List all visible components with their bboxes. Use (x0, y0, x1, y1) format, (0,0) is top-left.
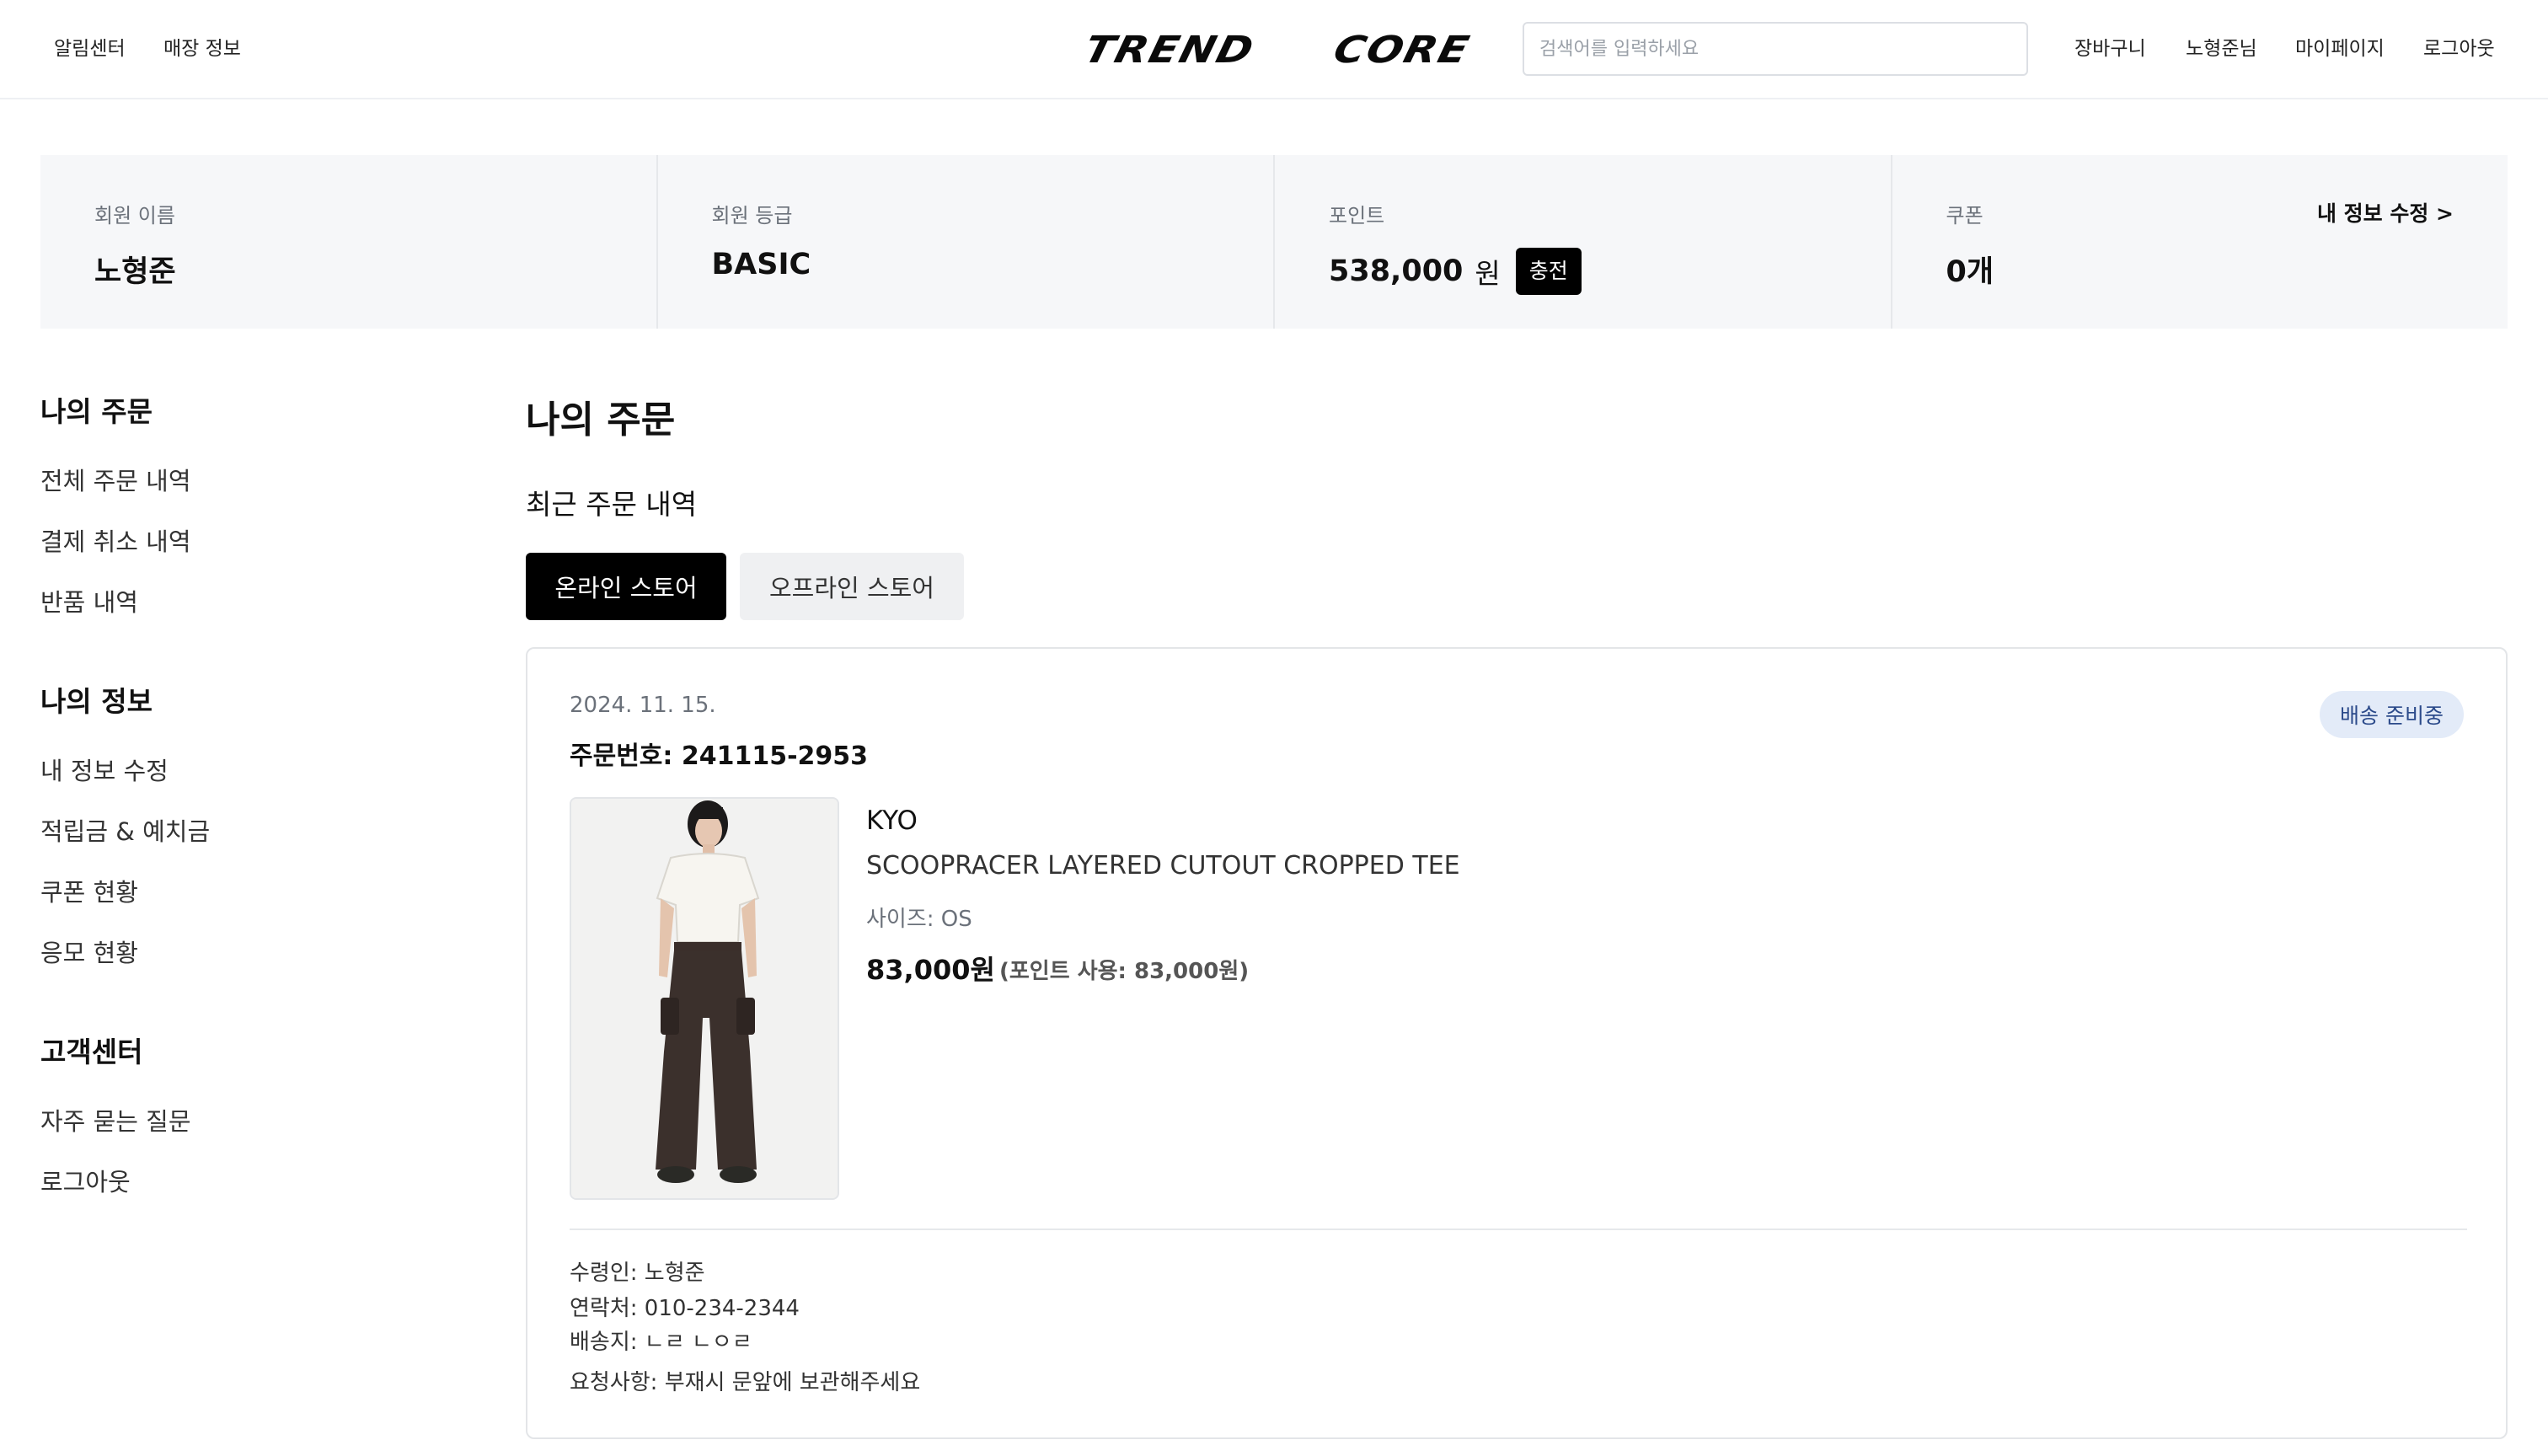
sidebar-item-all-orders[interactable]: 전체 주문 내역 (40, 462, 191, 497)
member-name-cell: 회원 이름 노형준 (40, 155, 658, 329)
delivery-request: 요청사항: 부재시 문앞에 보관해주세요 (570, 1370, 921, 1395)
member-name-text: 노형준 (94, 255, 176, 289)
points-amount: 538,000 (1329, 254, 1464, 288)
status-badge: 배송 준비중 (2320, 691, 2464, 738)
coupon-value: 0개 (1946, 248, 1994, 291)
member-grade-value: BASIC (712, 248, 811, 281)
notification-center-link[interactable]: 알림센터 (54, 35, 126, 62)
member-name-label: 회원 이름 (94, 204, 175, 228)
sidebar-item-coupons[interactable]: 쿠폰 현황 (40, 873, 138, 908)
product-size: 사이즈: OS (866, 907, 972, 932)
points-cell: 포인트 538,000 원 충전 (1275, 155, 1892, 329)
user-name-link[interactable]: 노형준님 (2186, 35, 2257, 62)
trend-core-logo[interactable]: TREND CORE (1080, 24, 1475, 76)
member-grade-cell: 회원 등급 BASIC (658, 155, 1275, 329)
model-photo-illustration (571, 799, 838, 1198)
recent-orders-heading: 최근 주문 내역 (526, 488, 698, 521)
sidebar-item-cancellations[interactable]: 결제 취소 내역 (40, 522, 191, 558)
sidebar-section-my-info: 나의 정보 (40, 685, 153, 718)
member-name-value: 노형준 (94, 248, 176, 291)
product-name[interactable]: SCOOPRACER LAYERED CUTOUT CROPPED TEE (866, 851, 1460, 881)
sidebar-item-logout[interactable]: 로그아웃 (40, 1163, 131, 1198)
points-value: 538,000 원 충전 (1329, 248, 1582, 295)
logout-link[interactable]: 로그아웃 (2423, 35, 2495, 62)
member-summary: 회원 이름 노형준 회원 등급 BASIC 포인트 538,000 원 충전 쿠… (40, 155, 2508, 329)
sidebar-item-rewards-deposits[interactable]: 적립금 & 예치금 (40, 812, 210, 848)
member-grade-label: 회원 등급 (711, 204, 793, 228)
coupon-cell: 쿠폰 0개 내 정보 수정 > (1892, 155, 2508, 329)
logo-word-core: CORE (1329, 28, 1475, 72)
points-used: (포인트 사용: 83,000원) (999, 959, 1250, 984)
product-image[interactable] (570, 797, 839, 1200)
order-number: 주문번호: 241115-2953 (570, 741, 869, 771)
order-card: 2024. 11. 15. 주문번호: 241115-2953 배송 준비중 K… (526, 647, 2508, 1439)
order-date: 2024. 11. 15. (570, 693, 716, 718)
edit-profile-link[interactable]: 내 정보 수정 > (2317, 197, 2454, 228)
store-info-link[interactable]: 매장 정보 (163, 35, 241, 62)
page-title: 나의 주문 (526, 399, 676, 442)
sidebar-item-returns[interactable]: 반품 내역 (40, 583, 138, 618)
coupon-count: 0개 (1946, 255, 1994, 289)
product-brand[interactable]: KYO (866, 806, 918, 836)
member-grade-text: BASIC (711, 248, 811, 281)
cart-link[interactable]: 장바구니 (2074, 35, 2146, 62)
sidebar-item-entries[interactable]: 응모 현황 (40, 934, 138, 969)
sidebar-section-my-orders: 나의 주문 (40, 395, 153, 428)
shipping-address: 배송지: ㄴㄹ ㄴㅇㄹ (570, 1330, 752, 1355)
top-header: 알림센터 매장 정보 TREND CORE 장바구니 노형준님 마이페이지 로그… (0, 0, 2548, 99)
recipient: 수령인: 노형준 (570, 1261, 705, 1286)
points-unit: 원 (1475, 257, 1501, 290)
contact: 연락처: 010-234-2344 (570, 1296, 800, 1321)
sidebar-item-faq[interactable]: 자주 묻는 질문 (40, 1102, 191, 1138)
charge-button[interactable]: 충전 (1515, 248, 1582, 295)
mypage-link[interactable]: 마이페이지 (2295, 35, 2385, 62)
tab-offline-store[interactable]: 오프라인 스토어 (740, 553, 964, 620)
order-divider (570, 1228, 2467, 1230)
coupon-label: 쿠폰 (1946, 204, 1983, 228)
search-input[interactable] (1523, 22, 2028, 76)
sidebar-section-customer-center: 고객센터 (40, 1036, 143, 1068)
logo-word-trend: TREND (1079, 28, 1260, 72)
product-price: 83,000원 (866, 954, 995, 986)
sidebar-item-edit-info[interactable]: 내 정보 수정 (40, 752, 169, 787)
points-label: 포인트 (1329, 204, 1385, 228)
tab-online-store[interactable]: 온라인 스토어 (526, 553, 726, 620)
